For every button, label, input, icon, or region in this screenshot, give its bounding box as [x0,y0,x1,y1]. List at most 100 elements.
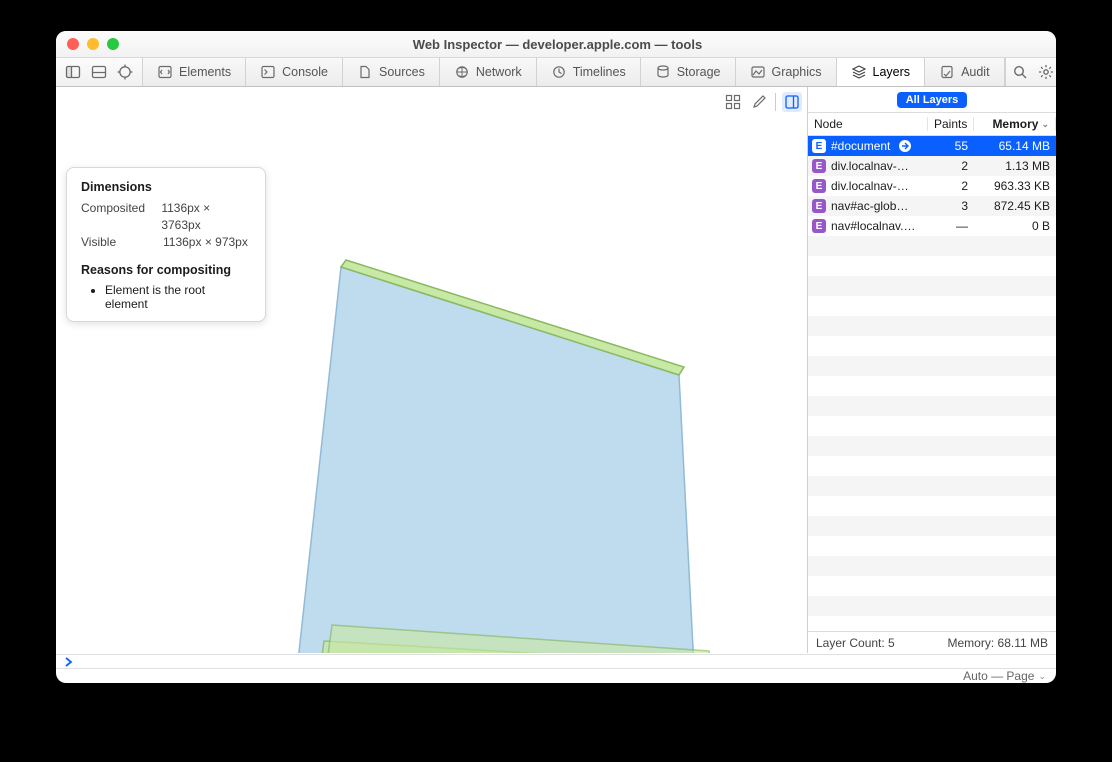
layer-node-name: #document [831,139,890,153]
element-badge-icon: E [812,219,826,233]
toolbar-right [1005,58,1056,86]
viewport-toolbar [723,87,807,116]
layer-memory-value: 1.13 MB [974,159,1056,173]
layer-row[interactable]: Enav#localnav.…—0 B [808,216,1056,236]
chevron-right-icon [64,657,74,667]
visible-label: Visible [81,234,163,251]
layer-memory-value: 872.45 KB [974,199,1056,213]
zoom-mode-label[interactable]: Auto — Page [963,669,1034,683]
element-badge-icon: E [812,139,826,153]
dock-left-button[interactable] [62,58,84,86]
tab-elements[interactable]: Elements [143,58,246,86]
popover-dimensions-heading: Dimensions [81,180,251,194]
close-button[interactable] [67,38,79,50]
sidebar-column-headers: Node Paints Memory ⌄ [808,113,1056,136]
gear-icon [1038,64,1054,80]
col-memory[interactable]: Memory ⌄ [974,117,1056,131]
element-badge-icon: E [812,199,826,213]
element-badge-icon: E [812,159,826,173]
tab-bar: Elements Console Sources Network Timelines St… [143,58,1005,86]
layer-details-popover: Dimensions Composited 1136px × 3763px Vi… [66,167,266,322]
dock-bottom-icon [91,64,107,80]
grid-icon [725,94,741,110]
sort-descending-icon: ⌄ [1041,119,1049,130]
layers-3d-scene [286,237,736,653]
crosshair-icon [117,64,133,80]
search-button[interactable] [1012,64,1028,80]
layer-node-name: div.localnav-… [831,179,909,193]
tab-sources[interactable]: Sources [343,58,440,86]
tab-storage[interactable]: Storage [641,58,736,86]
tab-label: Storage [677,65,721,79]
timelines-icon [551,64,567,80]
layer-paints-value: 55 [928,139,974,153]
layer-paints-value: — [928,219,974,233]
bottom-bar: Auto — Page ⌄ [56,668,1056,683]
compositing-reason: Element is the root element [105,283,251,311]
viewport-paint-button[interactable] [749,92,769,112]
web-inspector-window: Web Inspector — developer.apple.com — to… [56,31,1056,683]
elements-icon [157,64,173,80]
window-title: Web Inspector — developer.apple.com — to… [119,37,1056,52]
layer-row[interactable]: Ediv.localnav-…2963.33 KB [808,176,1056,196]
composited-label: Composited [81,200,161,234]
titlebar: Web Inspector — developer.apple.com — to… [56,31,1056,58]
element-badge-icon: E [812,179,826,193]
dock-left-icon [65,64,81,80]
tab-label: Audit [961,65,990,79]
graphics-icon [750,64,766,80]
tab-layers[interactable]: Layers [837,58,926,86]
settings-button[interactable] [1038,64,1054,80]
minimize-button[interactable] [87,38,99,50]
viewport-grid-button[interactable] [723,92,743,112]
viewport-details-button[interactable] [782,92,802,112]
layer-paints-value: 2 [928,179,974,193]
search-icon [1012,64,1028,80]
brush-icon [751,94,767,110]
tab-label: Network [476,65,522,79]
layer-paints-value: 3 [928,199,974,213]
layer-row[interactable]: E #document 5565.14 MB [808,136,1056,156]
col-paints[interactable]: Paints [928,117,974,131]
layer-paints-value: 2 [928,159,974,173]
sidebar-scope-bar: All Layers [808,87,1056,113]
layers-3d-viewport[interactable]: Dimensions Composited 1136px × 3763px Vi… [56,87,807,653]
console-icon [260,64,276,80]
tab-label: Console [282,65,328,79]
content-area: Dimensions Composited 1136px × 3763px Vi… [56,87,1056,653]
tab-graphics[interactable]: Graphics [736,58,837,86]
go-to-arrow-icon[interactable] [899,140,911,152]
total-memory-label: Memory: 68.11 MB [948,636,1048,650]
sidebar-footer: Layer Count: 5 Memory: 68.11 MB [808,631,1056,653]
layers-icon [851,64,867,80]
popover-reasons-heading: Reasons for compositing [81,263,251,277]
layers-table[interactable]: E #document 5565.14 MB Ediv.localnav-… 21.13… [808,136,1056,631]
tab-label: Layers [873,65,911,79]
layer-node-name: nav#ac-glob… [831,199,908,213]
layer-node-name: div.localnav-… [831,159,909,173]
tab-console[interactable]: Console [246,58,343,86]
layer-row[interactable]: Enav#ac-glob… 3872.45 KB [808,196,1056,216]
network-icon [454,64,470,80]
scope-pill-all-layers[interactable]: All Layers [897,92,968,108]
zoom-button[interactable] [107,38,119,50]
layer-count-label: Layer Count: 5 [816,636,895,650]
dock-buttons [56,58,143,86]
dock-bottom-button[interactable] [88,58,110,86]
console-prompt-bar[interactable] [56,654,1056,669]
element-select-button[interactable] [114,58,136,86]
layers-sidebar: All Layers Node Paints Memory ⌄ E #docume… [807,87,1056,653]
tab-label: Elements [179,65,231,79]
details-panel-icon [784,94,800,110]
chevron-down-icon: ⌄ [1038,671,1046,682]
layer-row[interactable]: Ediv.localnav-… 21.13 MB [808,156,1056,176]
tab-label: Graphics [772,65,822,79]
audit-icon [939,64,955,80]
tab-timelines[interactable]: Timelines [537,58,641,86]
col-node[interactable]: Node [808,117,928,131]
toolbar: Elements Console Sources Network Timelines St… [56,58,1056,87]
window-controls [56,38,119,50]
tab-audit[interactable]: Audit [925,58,1005,86]
layer-memory-value: 65.14 MB [974,139,1056,153]
tab-network[interactable]: Network [440,58,537,86]
